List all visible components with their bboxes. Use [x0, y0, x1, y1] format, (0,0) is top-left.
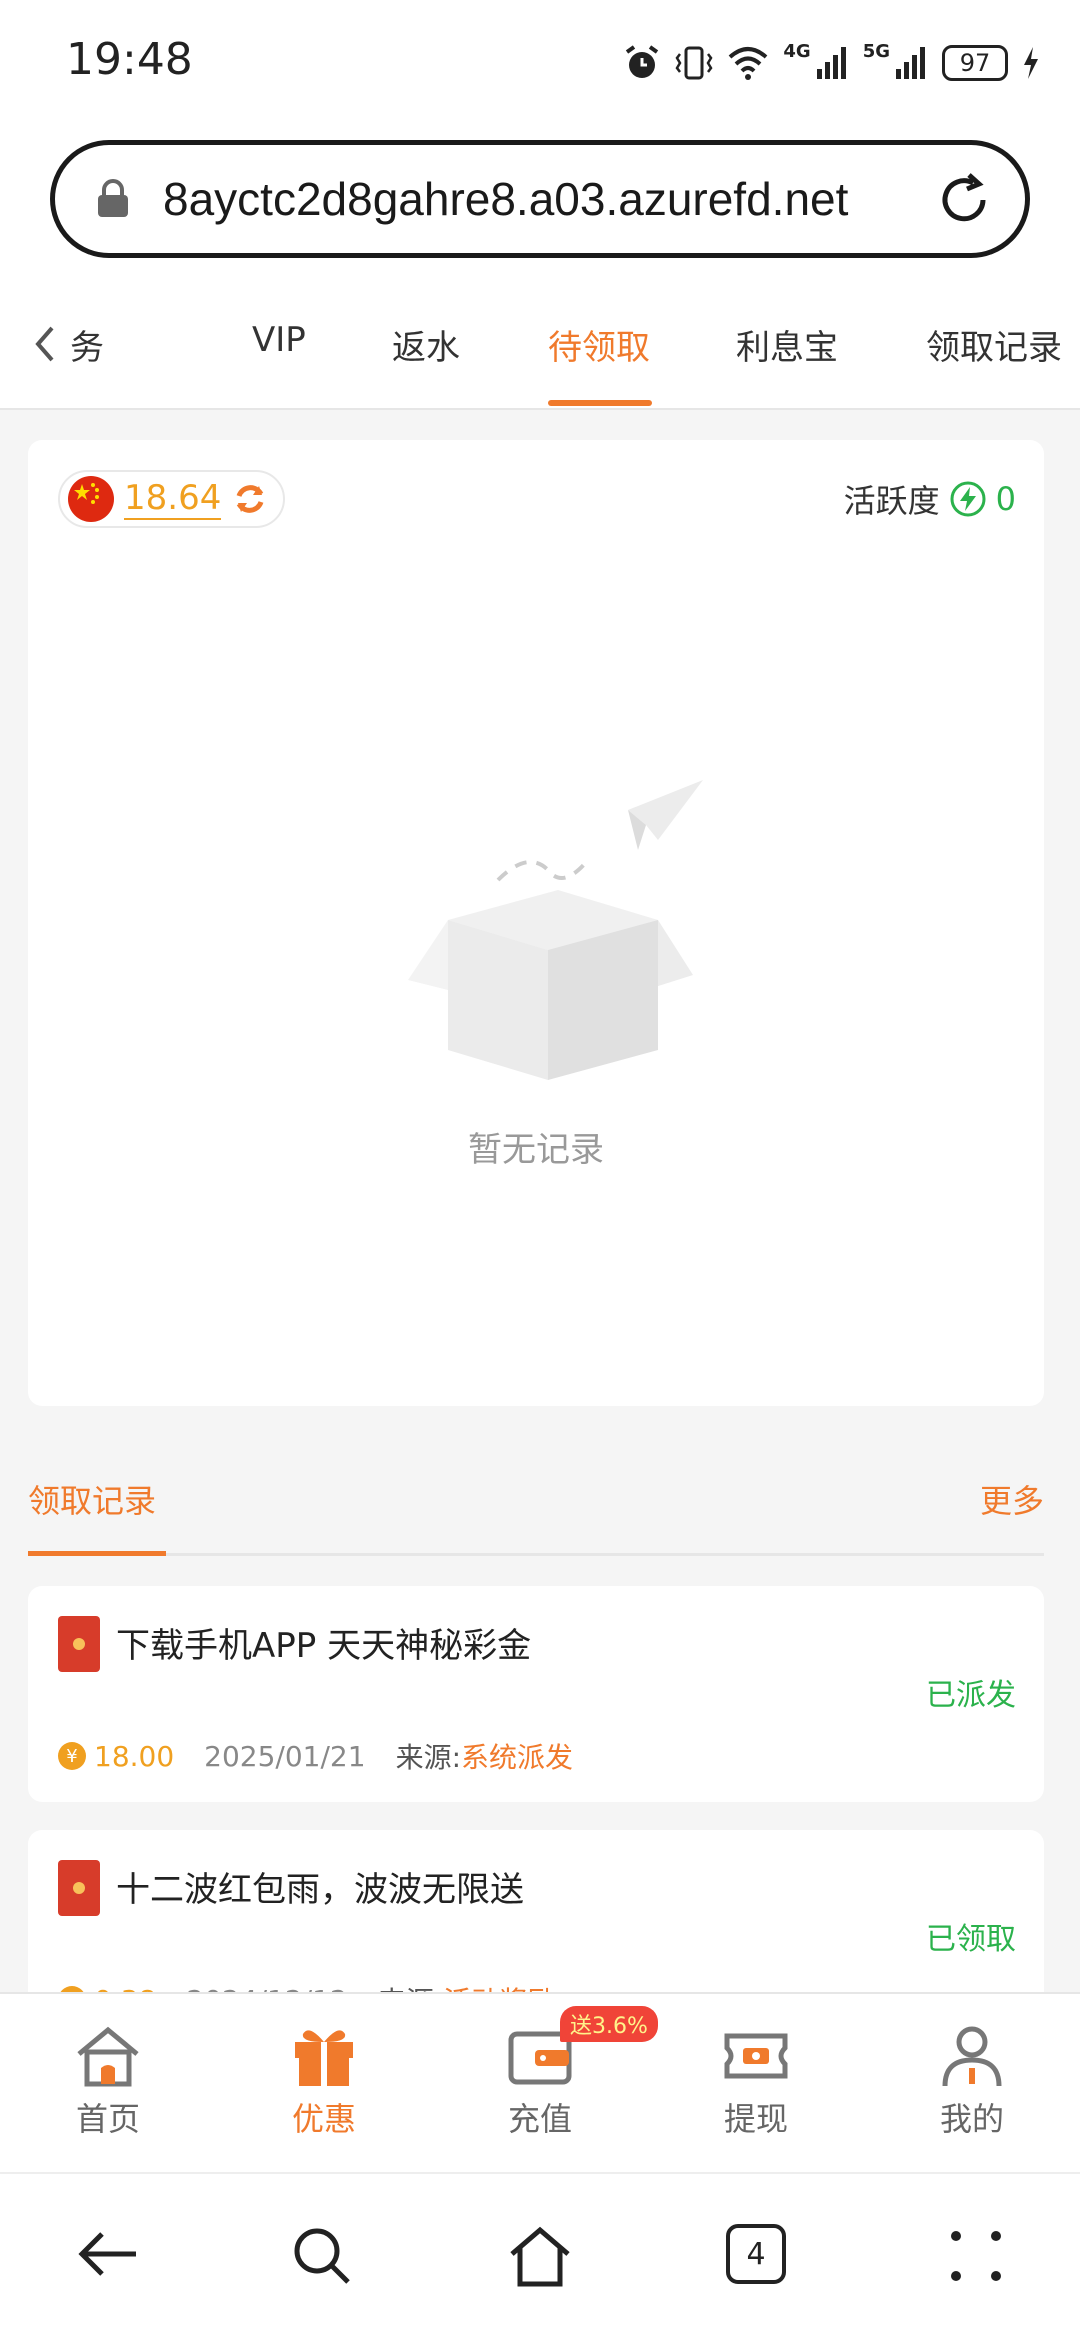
- search-icon[interactable]: [290, 2224, 354, 2288]
- record-source-label: 来源:: [395, 1741, 461, 1774]
- record-title: 下载手机APP 天天神秘彩金: [116, 1626, 532, 1666]
- lightning-icon: [950, 481, 986, 517]
- record-status: 已派发: [926, 1678, 1016, 1713]
- lock-icon: [98, 179, 128, 217]
- nav-withdraw[interactable]: 提现: [686, 2024, 826, 2140]
- nav-label: 提现: [723, 2100, 788, 2138]
- tab-interest[interactable]: 利息宝: [736, 320, 838, 369]
- tab-pending[interactable]: 待领取: [548, 320, 650, 369]
- record-item[interactable]: 下载手机APP 天天神秘彩金 已派发 ¥ 18.00 2025/01/21 来源…: [28, 1586, 1044, 1802]
- record-title: 十二波红包雨，波波无限送: [116, 1870, 524, 1910]
- empty-box-icon: [408, 780, 703, 1080]
- address-bar[interactable]: 8ayctc2d8gahre8.a03.azurefd.net: [50, 140, 1030, 258]
- user-icon: [942, 2026, 1002, 2087]
- tab-task[interactable]: 任务: [70, 320, 104, 369]
- reload-icon[interactable]: [933, 169, 995, 231]
- home-icon[interactable]: [508, 2224, 572, 2288]
- nav-home[interactable]: 首页: [38, 2024, 178, 2140]
- tab-rebate[interactable]: 返水: [392, 320, 460, 369]
- nav-label: 首页: [75, 2100, 140, 2138]
- gift-icon: [295, 2030, 353, 2086]
- home-icon: [77, 2026, 139, 2087]
- promo-tabs: 任务 VIP 返水 待领取 利息宝 领取记录: [0, 280, 1080, 410]
- activity-value: 0: [995, 480, 1016, 518]
- wifi-icon: [729, 47, 768, 80]
- nav-label: 充值: [507, 2100, 572, 2138]
- record-date: 2025/01/21: [204, 1739, 366, 1773]
- tab-active-indicator: [548, 400, 652, 406]
- charging-icon: [1024, 47, 1038, 79]
- nav-label: 优惠: [291, 2100, 356, 2138]
- signal-5g-label: 5G: [862, 40, 890, 62]
- status-bar: 19:48 4G 5G 97: [0, 0, 1080, 120]
- record-meta: ¥ 18.00 2025/01/21 来源: 系统派发: [58, 1736, 573, 1776]
- activity-label: 活跃度: [843, 482, 940, 520]
- activity-indicator: 活跃度 0: [844, 476, 1016, 522]
- bottom-nav: 首页 优惠 充值 送3.6% 提现 我的: [0, 1992, 1080, 2172]
- nav-profile[interactable]: 我的: [902, 2024, 1042, 2140]
- records-title[interactable]: 领取记录: [28, 1476, 156, 1522]
- coin-icon: ¥: [58, 1742, 86, 1770]
- record-status: 已领取: [926, 1922, 1016, 1957]
- signal-icon: [816, 47, 846, 79]
- deposit-bonus-badge: 送3.6%: [560, 2006, 658, 2042]
- battery-indicator: 97: [942, 45, 1008, 81]
- status-icons: 4G 5G 97: [623, 38, 1040, 88]
- balance-value: 18.64: [124, 478, 222, 520]
- tab-scroller: 任务 VIP 返水 待领取 利息宝 领取记录: [70, 280, 1080, 410]
- tab-claim-records[interactable]: 领取记录: [926, 320, 1062, 369]
- records-title-underline: [28, 1551, 166, 1556]
- records-more-link[interactable]: 更多: [980, 1476, 1044, 1522]
- chevron-left-icon[interactable]: [30, 322, 60, 366]
- china-flag-icon: [68, 476, 114, 522]
- records-header: 领取记录 更多: [28, 1460, 1044, 1556]
- status-time: 19:48: [66, 34, 193, 85]
- nav-label: 我的: [939, 2100, 1004, 2138]
- withdraw-icon: [724, 2033, 788, 2079]
- signal-icon: [896, 47, 925, 79]
- back-arrow-icon[interactable]: [76, 2224, 140, 2284]
- browser-bottom-bar: 4: [0, 2172, 1080, 2340]
- signal-4g-label: 4G: [783, 40, 811, 62]
- red-envelope-icon: [58, 1860, 100, 1916]
- refresh-icon[interactable]: [231, 480, 269, 518]
- pending-card: 18.64 活跃度 0 暂无记录: [28, 440, 1044, 1406]
- nav-promotions[interactable]: 优惠: [254, 2024, 394, 2140]
- url-text[interactable]: 8ayctc2d8gahre8.a03.azurefd.net: [163, 172, 848, 226]
- record-source: 系统派发: [461, 1741, 574, 1774]
- record-amount: 18.00: [94, 1739, 175, 1773]
- tab-switcher-button[interactable]: 4: [726, 2224, 786, 2284]
- more-menu-icon[interactable]: [946, 2224, 1006, 2288]
- red-envelope-icon: [58, 1616, 100, 1672]
- balance-pill[interactable]: 18.64: [58, 470, 286, 528]
- browser-toolbar: 8ayctc2d8gahre8.a03.azurefd.net: [0, 120, 1080, 280]
- empty-state-text: 暂无记录: [468, 1130, 604, 1170]
- alarm-icon: [626, 45, 659, 78]
- tab-vip[interactable]: VIP: [252, 320, 306, 360]
- vibrate-icon: [675, 46, 713, 80]
- nav-deposit[interactable]: 充值 送3.6%: [470, 2006, 658, 2140]
